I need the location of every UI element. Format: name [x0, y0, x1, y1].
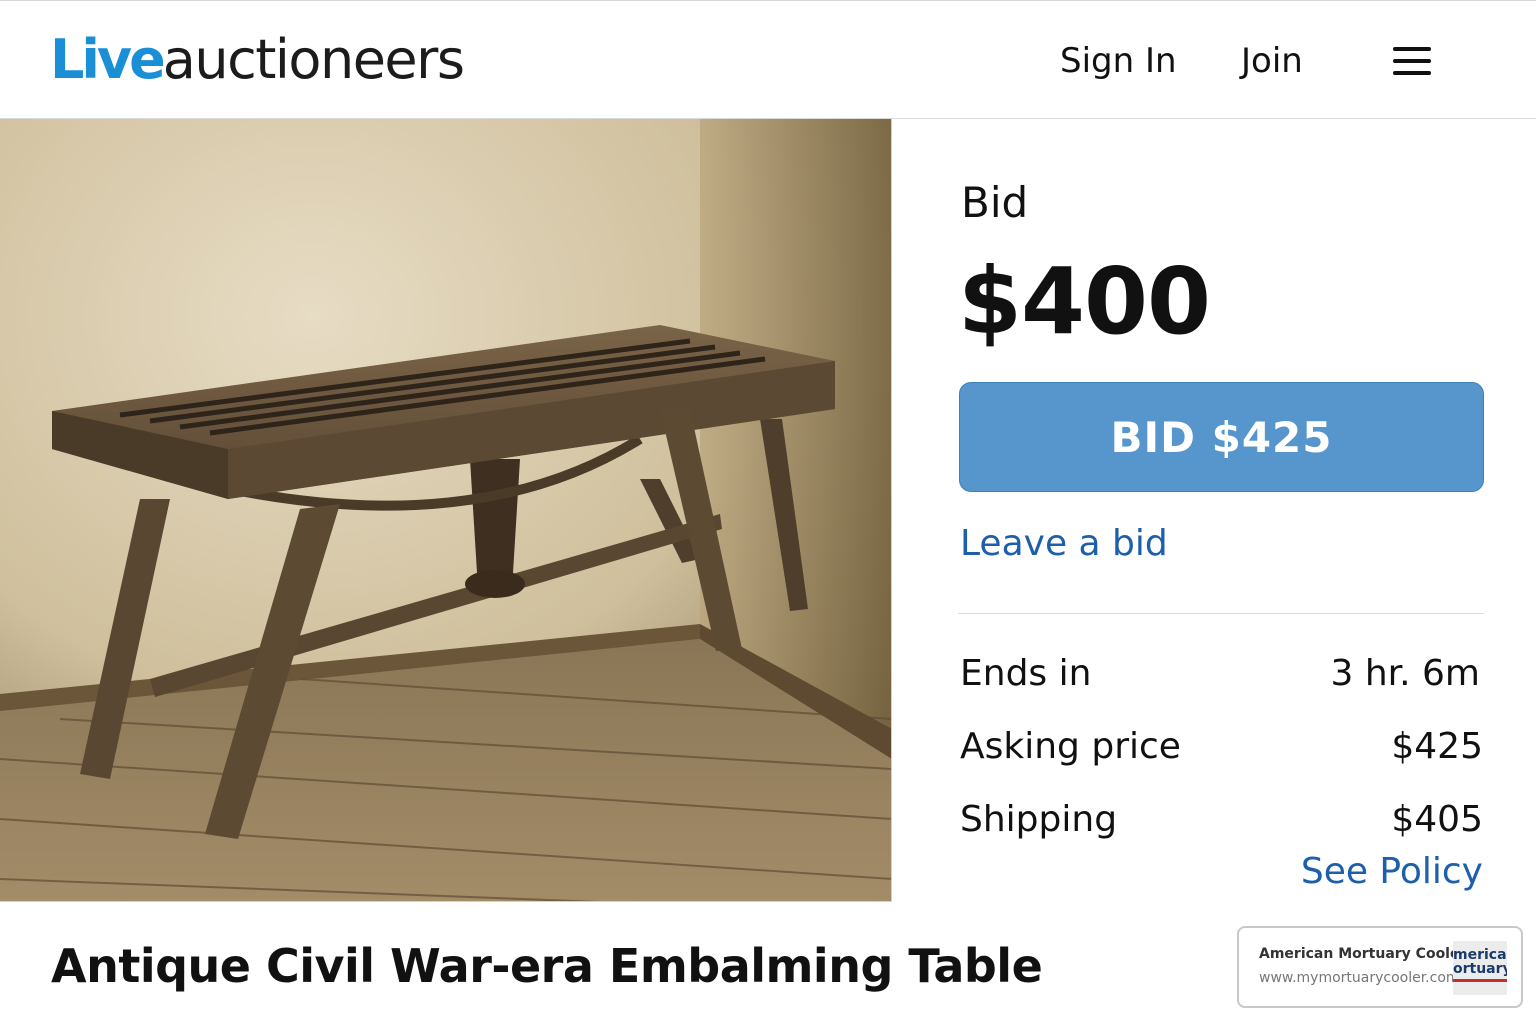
divider: [958, 613, 1484, 614]
see-policy-link[interactable]: See Policy: [1301, 850, 1483, 894]
ends-in-label: Ends in: [960, 653, 1092, 694]
ad-thumb-text-2: ortuary: [1453, 961, 1507, 977]
asking-price-value: $425: [1391, 726, 1483, 767]
leave-a-bid-link[interactable]: Leave a bid: [960, 522, 1168, 566]
ad-advertiser-name: American Mortuary Coolers: [1259, 946, 1475, 962]
logo-live-text: Live: [50, 28, 166, 91]
asking-price-row: Asking price $425: [960, 724, 1483, 770]
shipping-label: Shipping: [960, 799, 1118, 840]
asking-price-label: Asking price: [960, 726, 1181, 767]
ends-in-row: Ends in 3 hr. 6m: [960, 651, 1483, 697]
shipping-row: Shipping $405: [960, 797, 1483, 843]
join-link[interactable]: Join: [1241, 41, 1303, 81]
current-bid-amount: $400: [958, 248, 1211, 355]
ad-thumb-stripe: [1453, 979, 1507, 982]
logo-auctioneers-text: auctioneers: [162, 28, 465, 91]
liveauctioneers-logo[interactable]: Liveauctioneers: [50, 25, 465, 95]
item-title: Antique Civil War-era Embalming Table: [51, 939, 1043, 993]
bid-button[interactable]: BID $425: [959, 382, 1484, 492]
top-header: Liveauctioneers Sign In Join: [0, 0, 1536, 119]
ad-url: www.mymortuarycooler.com: [1259, 970, 1460, 986]
ends-in-value: 3 hr. 6m: [1330, 653, 1480, 694]
sign-in-link[interactable]: Sign In: [1060, 41, 1177, 81]
wooden-table-photo: [0, 119, 891, 901]
bid-label: Bid: [961, 178, 1029, 227]
product-image[interactable]: [0, 119, 892, 902]
sponsored-ad[interactable]: American Mortuary Coolers www.mymortuary…: [1237, 926, 1523, 1008]
hamburger-menu-icon[interactable]: [1393, 45, 1431, 77]
shipping-value: $405: [1391, 799, 1483, 840]
ad-thumbnail-image: merican ortuary: [1453, 941, 1507, 995]
